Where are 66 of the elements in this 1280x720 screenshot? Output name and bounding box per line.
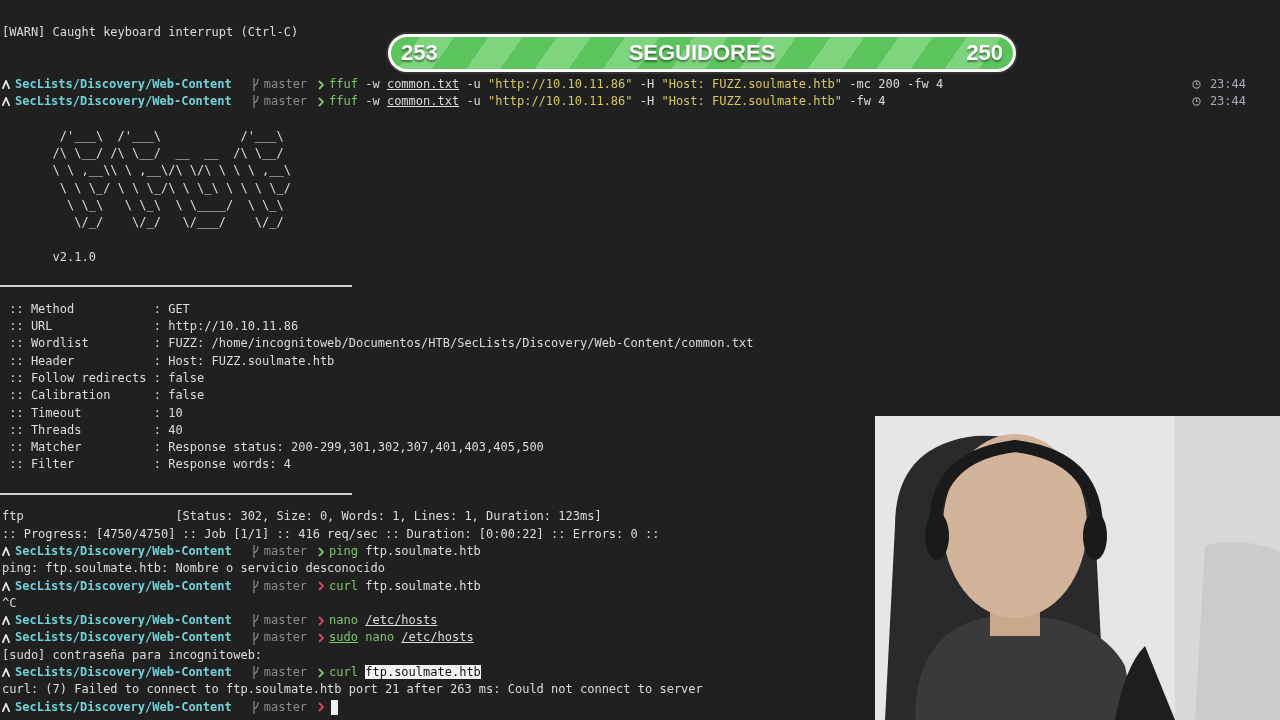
branch-icon [251,700,260,714]
follower-count: 253 [401,44,438,62]
output-line: [WARN] Caught keyboard interrupt (Ctrl-C) [2,25,299,39]
branch-name: master [263,93,308,111]
output-line: ping: ftp.soulmate.htb: Nombre o servicio desconocido [2,561,385,576]
directory-path: SecLists/Discovery/Web-Content [15,612,232,630]
output-line: :: Filter : Response words: 4 [8,457,291,472]
output-line: curl: (7) Failed to connect to ftp.soulmate.htb port 21 after 263 ms: Could not connect to server [2,682,703,697]
branch-icon [251,579,260,593]
command-text: sudo nano /etc/hosts [329,629,474,647]
branch-name: master [263,664,308,681]
caret-icon [2,547,10,557]
output-line: :: Matcher : Response status: 200-299,301,302,307,401,403,405,500 [8,440,544,455]
output-line: [sudo] contraseña para incognitoweb: [2,647,263,662]
command-text: curl ftp.soulmate.htb [329,664,481,681]
output-line: :: Method : GET [8,301,190,316]
output-line: ftp [Status: 302, Size: 0, Words: 1, Lines: 1, Duration: 123ms] [2,509,602,524]
caret-icon [2,702,10,712]
directory-path: SecLists/Discovery/Web-Content [15,93,232,111]
command-text: ffuf -w common.txt -u "http://10.10.11.86" -H "Host: FUZZ.soulmate.htb" -fw 4 [329,93,886,111]
caret-icon [2,668,10,678]
timestamp: 23:44 [1209,75,1246,93]
branch-icon [251,614,260,628]
branch-icon [251,631,260,645]
ascii-art-line: \/_/ \/_/ \/___/ \/_/ [73,215,284,230]
directory-path: SecLists/Discovery/Web-Content [15,542,232,560]
directory-path: SecLists/Discovery/Web-Content [15,698,232,716]
ascii-art-line: /\ \__/ /\ \__/ __ __ /\ \__/ [51,146,284,161]
follower-label: SEGUIDORES [628,44,776,62]
branch-name: master [263,629,308,647]
command-text: nano /etc/hosts [329,612,438,630]
command-text: ffuf -w common.txt -u "http://10.10.11.86" -H "Host: FUZZ.soulmate.htb" -mc 200 -fw 4 [329,75,944,93]
branch-name: master [263,75,308,93]
clock-icon [1191,97,1201,107]
caret-icon [2,581,10,591]
branch-name: master [263,577,308,595]
ascii-art-line: \ \_\ \ \_\ \ \____/ \ \_\ [66,197,284,212]
branch-name: master [263,612,308,630]
timestamp: 23:44 [1209,93,1246,111]
ascii-art-line: \ \ \_/ \ \ \_/\ \ \_\ \ \ \ \_/ [58,180,291,195]
follower-goal: 250 [966,44,1003,62]
branch-icon [251,78,260,92]
output-line: v2.1.0 [51,249,96,264]
branch-name: master [263,698,308,716]
output-line: :: Progress: [4750/4750] :: Job [1/1] :: 416 req/sec :: Duration: [0:00:22] :: Errors: 0 :: [2,526,660,541]
directory-path: SecLists/Discovery/Web-Content [15,577,232,595]
command-text: ping ftp.soulmate.htb [329,542,481,560]
branch-icon [251,545,260,559]
output-line: :: Header : Host: FUZZ.soulmate.htb [8,353,335,368]
output-line: :: Follow redirects : false [8,370,205,385]
output-line: :: Threads : 40 [8,422,183,437]
branch-icon [251,95,260,109]
output-line: :: URL : http://10.10.11.86 [8,319,299,334]
clock-icon [1191,80,1201,90]
directory-path: SecLists/Discovery/Web-Content [15,664,232,681]
output-line: :: Calibration : false [8,388,205,403]
output-line: :: Wordlist : FUZZ: /home/incognitoweb/Documentos/HTB/SecLists/Discovery/Web-Content/common.txt [8,336,754,351]
ascii-art-line: \ \ ,__\\ \ ,__\/\ \/\ \ \ \ ,__\ [51,163,291,178]
command-text: curl ftp.soulmate.htb [329,577,481,595]
ascii-art-line: /'___\ /'___\ /'___\ [58,128,284,143]
branch-icon [251,666,260,680]
branch-name: master [263,542,308,560]
output-line: ^C [2,595,17,610]
output-line: :: Timeout : 10 [8,405,183,420]
directory-path: SecLists/Discovery/Web-Content [15,75,232,93]
directory-path: SecLists/Discovery/Web-Content [15,629,232,647]
